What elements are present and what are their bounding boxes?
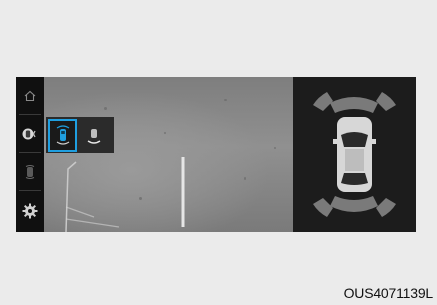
rear-sensor-arcs	[313, 196, 396, 217]
rear-view-icon	[87, 129, 100, 144]
top-view-button[interactable]	[48, 118, 77, 152]
front-sensor-arcs	[313, 92, 396, 113]
home-button[interactable]	[16, 77, 44, 114]
parking-guide-lines	[65, 157, 185, 232]
sidebar-divider	[19, 190, 41, 191]
parking-sensor-button[interactable]	[16, 153, 44, 190]
sidebar	[16, 77, 44, 232]
home-icon	[24, 90, 36, 101]
vehicle-top-view	[313, 92, 396, 217]
gear-icon	[22, 203, 38, 218]
view-selector	[46, 117, 114, 153]
display-screen	[16, 77, 416, 232]
camera-view-icon	[22, 128, 36, 139]
top-view-icon	[56, 125, 69, 145]
parking-sensor-panel	[293, 77, 416, 232]
parking-sensor-icon	[25, 164, 35, 179]
car-icon	[333, 117, 376, 192]
camera-view-button[interactable]	[16, 115, 44, 152]
figure-code: OUS4071139L	[343, 285, 434, 301]
settings-button[interactable]	[16, 192, 44, 229]
rear-view-button[interactable]	[79, 119, 108, 152]
rear-camera-view	[44, 77, 293, 232]
